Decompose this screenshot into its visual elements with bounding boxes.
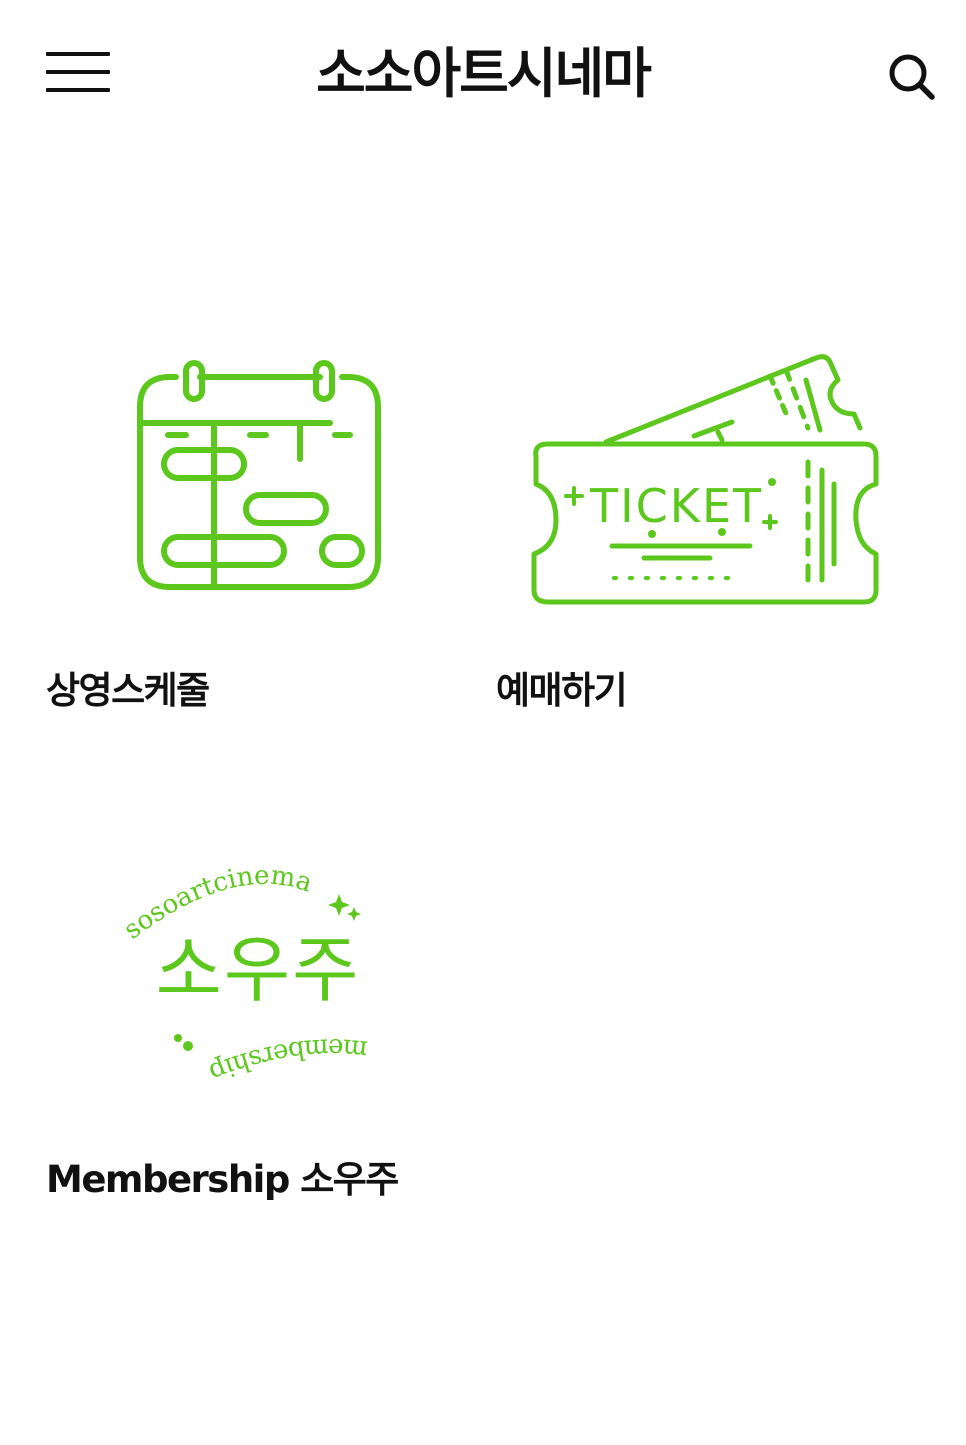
tile-schedule[interactable]: 상영스케줄 (40, 330, 460, 730)
tile-membership-label: Membership 소우주 (46, 1158, 399, 1201)
search-icon (889, 54, 935, 100)
svg-text:membership: membership (205, 1032, 369, 1087)
search-button[interactable] (878, 46, 946, 106)
logo-bottom-text: membership (205, 1032, 369, 1087)
app-header: 소소아트시네마 (0, 0, 966, 150)
tile-booking-label: 예매하기 (496, 669, 628, 712)
membership-logo: sosoartcinema 소우주 membership (118, 861, 369, 1088)
tile-membership[interactable]: sosoartcinema 소우주 membership Membership … (40, 850, 460, 1230)
ticket-icon-text: TICKET (589, 479, 763, 533)
tile-schedule-label: 상영스케줄 (46, 669, 210, 712)
site-title: 소소아트시네마 (316, 42, 652, 105)
logo-center-text: 소우주 (156, 928, 361, 1012)
ticket-icon: TICKET (531, 354, 879, 605)
calendar-schedule-icon (137, 360, 381, 590)
tile-booking[interactable]: TICKET 예매하기 (490, 330, 910, 730)
